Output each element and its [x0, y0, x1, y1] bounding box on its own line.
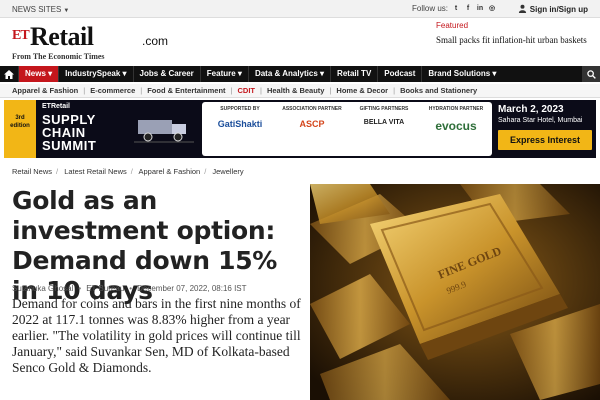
home-icon[interactable]: [0, 66, 18, 82]
subnav-health[interactable]: Health & Beauty: [267, 86, 325, 95]
facebook-icon[interactable]: f: [464, 5, 472, 13]
partner-label: HYDRATION PARTNER: [428, 106, 484, 112]
partner-name: GatiShakti: [217, 119, 263, 129]
partner-label: GIFTING PARTNERS: [359, 106, 409, 112]
chevron-down-icon: ▼: [63, 8, 70, 14]
main-nav: News ▾ IndustrySpeak ▾ Jobs & Career Fea…: [0, 66, 600, 82]
partner-name: ASCP: [299, 119, 325, 129]
article-author[interactable]: Sutanuka Ghosal: [12, 284, 73, 293]
follow-us-label: Follow us:: [412, 4, 449, 13]
gold-bars-image: FINE GOLD 999.9: [310, 184, 600, 400]
sign-in-label: Sign in/Sign up: [529, 5, 588, 14]
partner-label: ASSOCIATION PARTNER: [282, 106, 342, 112]
nav-industryspeak[interactable]: IndustrySpeak ▾: [58, 66, 132, 82]
subnav-food[interactable]: Food & Entertainment: [147, 86, 225, 95]
nav-news-label: News: [25, 69, 46, 78]
nav-jobs-label: Jobs & Career: [139, 69, 194, 78]
logo-wordmark: Retail: [30, 22, 94, 51]
nav-brand-label: Brand Solutions: [428, 69, 491, 78]
supply-chain-summit-banner[interactable]: 3rd edition ETRetail SUPPLY CHAIN SUMMIT…: [4, 100, 596, 158]
subnav-apparel[interactable]: Apparel & Fashion: [12, 86, 78, 95]
nav-podcast-label: Podcast: [384, 69, 416, 78]
banner-edition: 3rd edition: [4, 100, 36, 158]
nav-data-analytics[interactable]: Data & Analytics ▾: [247, 66, 330, 82]
news-sites-label: NEWS SITES: [12, 5, 62, 14]
breadcrumb-item[interactable]: Jewellery: [212, 167, 243, 176]
banner-partners: SUPPORTED BY GatiShakti ASSOCIATION PART…: [202, 102, 492, 156]
partner-association: ASSOCIATION PARTNER ASCP: [276, 106, 348, 129]
banner-event: March 2, 2023 Sahara Star Hotel, Mumbai …: [498, 104, 594, 150]
subnav-cdit[interactable]: CDIT: [238, 86, 256, 95]
partner-supported: SUPPORTED BY GatiShakti: [204, 106, 276, 129]
top-utility-bar: NEWS SITES ▼ Follow us: t f in ◎ Sign in/…: [0, 0, 600, 18]
partner-hydration: HYDRATION PARTNER evocus: [420, 106, 492, 133]
partner-label: SUPPORTED BY: [220, 106, 260, 112]
subnav-ecommerce[interactable]: E-commerce: [90, 86, 135, 95]
partner-name: BELLA VITA: [363, 119, 405, 126]
logo-domain: .com: [142, 34, 169, 48]
nav-retail-tv-label: Retail TV: [337, 69, 372, 78]
article-byline: Sutanuka Ghosal • ET Bureau • December 07, 2…: [12, 284, 247, 293]
nav-feature[interactable]: Feature ▾: [199, 66, 248, 82]
breadcrumb-item[interactable]: Retail News: [12, 167, 52, 176]
featured-story[interactable]: Featured Small packs fit inflation-hit u…: [436, 21, 596, 45]
follow-us: Follow us: t f in ◎: [412, 4, 496, 13]
logo-et: ET: [12, 28, 30, 43]
nav-data-label: Data & Analytics: [254, 69, 318, 78]
nav-feature-label: Feature: [206, 69, 236, 78]
subnav-books[interactable]: Books and Stationery: [400, 86, 477, 95]
sign-in-link[interactable]: Sign in/Sign up: [518, 4, 588, 15]
news-sites-menu[interactable]: NEWS SITES ▼: [12, 5, 69, 14]
event-venue: Sahara Star Hotel, Mumbai: [498, 117, 583, 124]
express-interest-button[interactable]: Express Interest: [498, 130, 592, 150]
linkedin-icon[interactable]: in: [476, 5, 484, 13]
nav-retail-tv[interactable]: Retail TV: [330, 66, 377, 82]
article-hero-image: FINE GOLD 999.9: [310, 184, 600, 400]
article-source: ET Bureau: [86, 284, 125, 293]
nav-jobs-career[interactable]: Jobs & Career: [132, 66, 200, 82]
instagram-icon[interactable]: ◎: [488, 5, 496, 13]
user-icon: [518, 4, 527, 15]
breadcrumb-item[interactable]: Latest Retail News: [64, 167, 127, 176]
partner-gifting: GIFTING PARTNERS BELLA VITA: [348, 106, 420, 126]
breadcrumb-item[interactable]: Apparel & Fashion: [139, 167, 201, 176]
banner-title-3: SUMMIT: [42, 138, 97, 153]
nav-brand-solutions[interactable]: Brand Solutions ▾: [421, 66, 502, 82]
category-subnav: Apparel & Fashion | E-commerce | Food & En…: [0, 84, 600, 98]
search-icon[interactable]: [582, 66, 600, 82]
article-summary: Demand for coins and bars in the first n…: [12, 296, 301, 375]
nav-podcast[interactable]: Podcast: [377, 66, 421, 82]
nav-industryspeak-label: IndustrySpeak: [65, 69, 121, 78]
featured-label: Featured: [436, 21, 469, 30]
banner-brand: ETRetail: [42, 103, 71, 110]
nav-news[interactable]: News ▾: [18, 66, 59, 82]
featured-text[interactable]: Small packs fit inflation-hit urban bask…: [436, 35, 596, 45]
twitter-icon[interactable]: t: [452, 5, 460, 13]
partner-name: evocus: [435, 119, 477, 133]
subnav-home[interactable]: Home & Decor: [336, 86, 388, 95]
event-date: March 2, 2023: [498, 104, 564, 115]
logo-tagline: From The Economic Times: [12, 52, 105, 61]
breadcrumb: Retail News / Latest Retail News / Apparel…: [12, 167, 244, 176]
truck-icon: [134, 120, 194, 143]
article-date: December 07, 2022, 08:16 IST: [137, 284, 247, 293]
